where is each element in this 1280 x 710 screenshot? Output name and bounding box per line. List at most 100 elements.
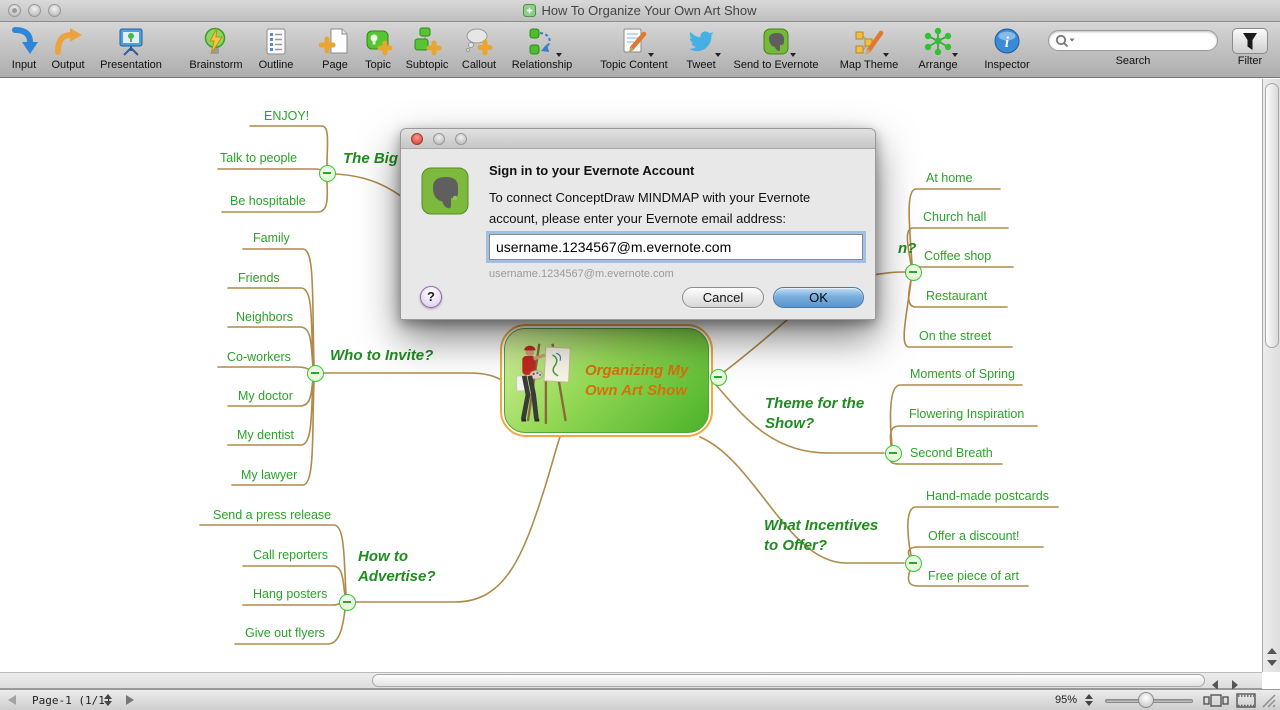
subtopic-label[interactable]: Church hall	[923, 210, 986, 224]
subtopic-label[interactable]: Hand-made postcards	[926, 489, 1049, 503]
subtopic-label[interactable]: Send a press release	[213, 508, 331, 522]
page-indicator: Page-1 (1/1)	[32, 694, 112, 707]
subtopic-label[interactable]: My lawyer	[241, 468, 297, 482]
toolbar-page[interactable]: Page	[313, 26, 357, 76]
topic-line2: to Offer?	[764, 537, 828, 554]
dialog-body-line2: account, please enter your Evernote emai…	[489, 211, 787, 226]
cancel-button[interactable]: Cancel	[682, 287, 764, 308]
status-bar: Page-1 (1/1) 95%	[0, 689, 1280, 710]
search-input[interactable]	[1048, 30, 1218, 51]
central-topic[interactable]: Organizing My Own Art Show	[500, 324, 713, 437]
subtopic-label[interactable]: Second Breath	[910, 446, 993, 460]
toolbar-label: Subtopic	[405, 59, 449, 71]
subtopic-label[interactable]: At home	[926, 171, 973, 185]
previous-page-button[interactable]	[8, 695, 16, 705]
zoom-slider-thumb[interactable]	[1138, 692, 1154, 708]
topic-icon	[362, 26, 394, 58]
toolbar-arrange[interactable]: Arrange	[910, 26, 966, 76]
horizontal-scrollbar-thumb[interactable]	[372, 674, 1205, 687]
subtopic-label[interactable]: Coffee shop	[924, 249, 991, 263]
toolbar-brainstorm[interactable]: Brainstorm	[180, 26, 252, 76]
subtopic-label[interactable]: Neighbors	[236, 310, 293, 324]
toolbar-subtopic[interactable]: Subtopic	[399, 26, 455, 76]
subtopic-label[interactable]: Be hospitable	[230, 194, 306, 208]
collapse-button[interactable]	[319, 165, 336, 182]
subtopic-label[interactable]: Restaurant	[926, 289, 987, 303]
toolbar-label: Topic	[365, 59, 391, 71]
subtopic-label[interactable]: Moments of Spring	[910, 367, 1015, 381]
dialog-title: Sign in to your Evernote Account	[489, 163, 695, 178]
subtopic-label[interactable]: Give out flyers	[245, 626, 325, 640]
evernote-icon	[760, 26, 796, 58]
filter-button[interactable]	[1232, 28, 1268, 54]
subtopic-label[interactable]: Hang posters	[253, 587, 327, 601]
collapse-button[interactable]	[905, 555, 922, 572]
resize-grip[interactable]	[1260, 692, 1276, 708]
toolbar-callout[interactable]: Callout	[457, 26, 501, 76]
topic-what-incentives[interactable]: What Incentives to Offer?	[764, 516, 878, 556]
topic-how-to-advertise[interactable]: How to Advertise?	[358, 547, 436, 587]
toolbar-topic-content[interactable]: Topic Content	[594, 26, 674, 76]
vertical-scrollbar[interactable]	[1262, 79, 1280, 672]
scroll-up-arrow-icon[interactable]	[1267, 648, 1277, 654]
toolbar-inspector[interactable]: i Inspector	[978, 26, 1036, 76]
toolbar-output[interactable]: Output	[46, 26, 90, 76]
collapse-button[interactable]	[710, 369, 727, 386]
collapse-button[interactable]	[307, 365, 324, 382]
subtopic-label[interactable]: Friends	[238, 271, 280, 285]
dropdown-arrow-icon	[715, 53, 721, 57]
toolbar-input[interactable]: Input	[2, 26, 46, 76]
subtopic-label[interactable]: Talk to people	[220, 151, 297, 165]
subtopic-label[interactable]: My dentist	[237, 428, 294, 442]
subtopic-label[interactable]: On the street	[919, 329, 991, 343]
topic-who-to-invite[interactable]: Who to Invite?	[330, 346, 433, 366]
toolbar-map-theme[interactable]: Map Theme	[838, 26, 900, 76]
toolbar-label: Input	[11, 59, 37, 71]
topic-location-partial[interactable]: n?	[898, 239, 916, 259]
collapse-button[interactable]	[339, 594, 356, 611]
next-page-button[interactable]	[126, 695, 134, 705]
topic-theme-for-show[interactable]: Theme for the Show?	[765, 394, 864, 434]
subtopic-label[interactable]: Family	[253, 231, 290, 245]
scroll-down-arrow-icon[interactable]	[1267, 660, 1277, 666]
subtopic-label[interactable]: Call reporters	[253, 548, 328, 562]
inspector-icon: i	[991, 26, 1023, 58]
toolbar-topic[interactable]: Topic	[357, 26, 399, 76]
toolbar-presentation[interactable]: Presentation	[90, 26, 172, 76]
subtopic-label[interactable]: My doctor	[238, 389, 293, 403]
input-icon	[8, 26, 40, 58]
evernote-logo-icon	[421, 167, 469, 215]
dropdown-arrow-icon	[883, 53, 889, 57]
toolbar-send-to-evernote[interactable]: Send to Evernote	[727, 26, 825, 76]
ok-button[interactable]: OK	[773, 287, 864, 308]
output-icon	[52, 26, 84, 58]
toolbar-tweet[interactable]: Tweet	[678, 26, 724, 76]
topic-line1: What Incentives	[764, 517, 879, 534]
collapse-button[interactable]	[885, 445, 902, 462]
subtopic-label[interactable]: ENJOY!	[264, 109, 309, 123]
toolbar-label: Brainstorm	[189, 59, 243, 71]
search-label: Search	[1115, 55, 1151, 67]
page-stepper[interactable]	[104, 694, 112, 706]
vertical-scrollbar-thumb[interactable]	[1264, 83, 1279, 348]
page-spread-view-icon[interactable]	[1203, 693, 1229, 708]
horizontal-scrollbar[interactable]	[0, 672, 1262, 690]
subtopic-label[interactable]: Co-workers	[227, 350, 291, 364]
zoom-stepper[interactable]	[1085, 694, 1093, 706]
central-topic-line2: Own Art Show	[585, 381, 687, 399]
dialog-close-button[interactable]	[411, 133, 423, 145]
subtopic-label[interactable]: Offer a discount!	[928, 529, 1020, 543]
main-toolbar: Input Output Presentation Brainstorm Out…	[0, 22, 1280, 78]
toolbar-relationship[interactable]: Relationship	[505, 26, 579, 76]
toolbar-outline[interactable]: Outline	[252, 26, 300, 76]
filmstrip-view-icon[interactable]	[1236, 693, 1256, 708]
topic-the-big[interactable]: The Big	[343, 149, 398, 169]
email-input[interactable]	[489, 234, 863, 260]
help-button[interactable]: ?	[420, 286, 442, 308]
relationship-icon	[526, 26, 562, 58]
email-hint: username.1234567@m.evernote.com	[489, 268, 674, 280]
subtopic-label[interactable]: Free piece of art	[928, 569, 1019, 583]
toolbar-label: Arrange	[918, 59, 958, 71]
collapse-button[interactable]	[905, 264, 922, 281]
subtopic-label[interactable]: Flowering Inspiration	[909, 407, 1024, 421]
